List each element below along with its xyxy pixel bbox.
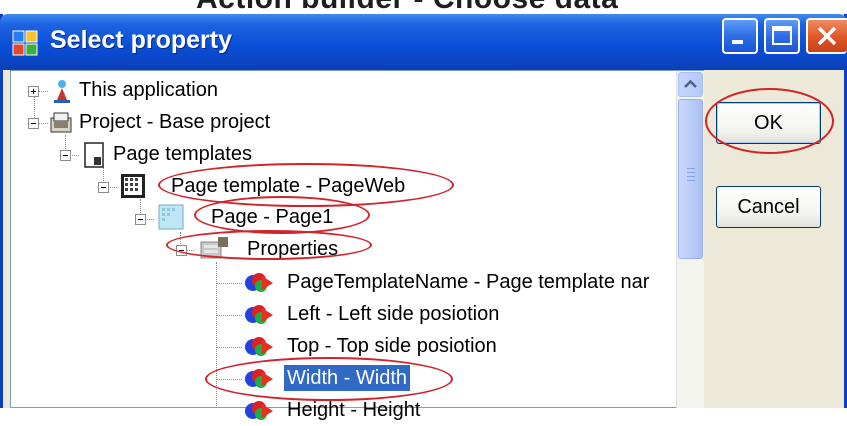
close-icon: [817, 26, 837, 46]
collapse-icon[interactable]: [135, 214, 146, 225]
tree-connector: [216, 347, 242, 348]
property-icon: [244, 400, 274, 426]
collapse-icon[interactable]: [28, 118, 39, 129]
scroll-up-button[interactable]: [678, 72, 703, 97]
tree-node-label[interactable]: This application: [76, 77, 221, 103]
annotation-ellipse: [705, 88, 834, 154]
title-bar[interactable]: Select property: [0, 14, 847, 70]
page-templates-icon: [82, 141, 106, 173]
annotation-ellipse: [205, 357, 453, 401]
collapse-icon[interactable]: [60, 150, 71, 161]
collapse-icon[interactable]: [98, 182, 109, 193]
minimize-icon: [732, 40, 743, 44]
window-title: Select property: [50, 26, 233, 54]
tree-node-label[interactable]: PageTemplateName - Page template nar: [284, 269, 652, 295]
tree-node-label[interactable]: Height - Height: [284, 397, 423, 423]
close-button[interactable]: [806, 18, 847, 54]
minimize-button[interactable]: [722, 18, 758, 54]
maximize-icon: [772, 26, 792, 45]
page-template-icon: [120, 173, 146, 203]
page-icon: [158, 204, 184, 234]
expand-icon[interactable]: [28, 86, 39, 97]
property-icon: [244, 336, 274, 362]
cancel-button[interactable]: Cancel: [716, 186, 821, 228]
tree-connector: [216, 315, 242, 316]
tree-node-label[interactable]: Left - Left side posiotion: [284, 301, 502, 327]
annotation-ellipse: [166, 230, 372, 260]
vertical-scrollbar[interactable]: [676, 71, 704, 408]
annotation-ellipse: [194, 196, 370, 234]
tree-node-label[interactable]: Top - Top side posiotion: [284, 333, 500, 359]
maximize-button[interactable]: [764, 18, 800, 54]
property-icon: [244, 304, 274, 330]
project-icon: [48, 110, 74, 140]
tree-node-label[interactable]: Project - Base project: [76, 109, 273, 135]
property-icon: [244, 272, 274, 298]
chevron-up-icon: [684, 79, 697, 88]
window-app-icon: [12, 30, 38, 56]
tree-connector: [216, 283, 242, 284]
tree-node-label[interactable]: Page templates: [110, 141, 255, 167]
application-icon: [50, 78, 74, 108]
scroll-thumb[interactable]: [678, 99, 703, 259]
